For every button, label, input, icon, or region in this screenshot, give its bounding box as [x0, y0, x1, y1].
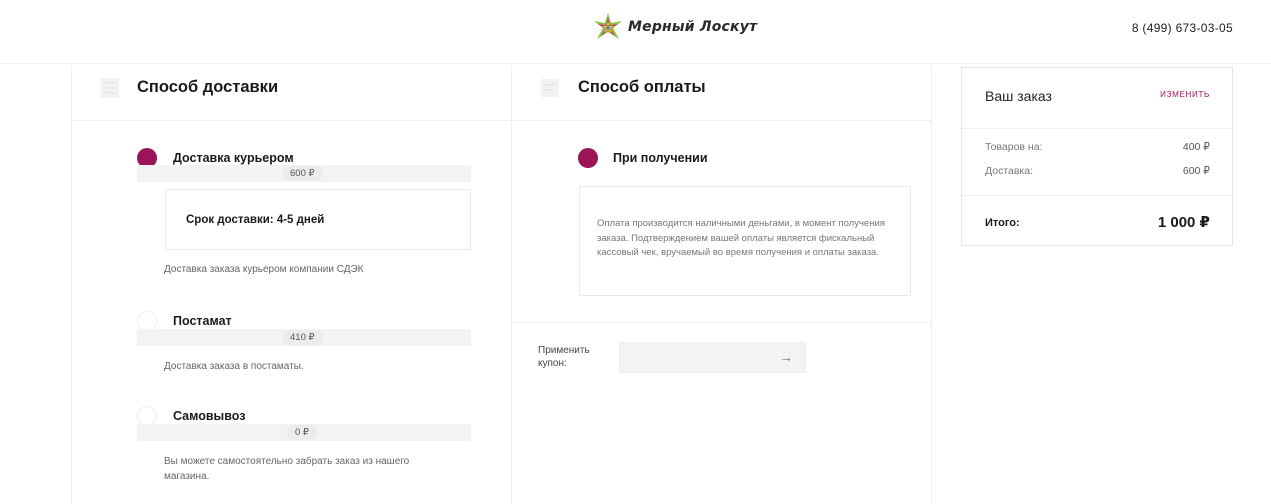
logo-text: Мерный Лоскут [628, 19, 758, 35]
arrow-right-icon[interactable]: → [779, 349, 793, 365]
delivery-cost-value: 600 ₽ [1182, 165, 1210, 177]
divider [512, 322, 932, 323]
coupon-label: Применить купон: [538, 345, 590, 369]
radio-on-receipt[interactable] [578, 148, 598, 168]
goods-value: 400 ₽ [1182, 141, 1210, 153]
description-postamat: Доставка заказа в постаматы. [164, 361, 304, 372]
delivery-panel: Способ доставки Доставка курьером 600 ₽ … [71, 65, 512, 504]
delivery-term-box: Срок доставки: 4-5 дней [165, 189, 471, 250]
phone-number[interactable]: 8 (499) 673-03-05 [1132, 21, 1233, 35]
price-bar-postamat: 410 ₽ [137, 329, 471, 346]
goods-label: Товаров на: [985, 141, 1043, 153]
logo[interactable]: Мерный Лоскут [592, 11, 757, 43]
delivery-panel-header: Способ доставки [72, 65, 512, 121]
payment-title: Способ оплаты [578, 78, 706, 96]
payment-section-icon [541, 79, 559, 97]
price-bar-pickup: 0 ₽ [137, 424, 471, 441]
payment-description-box: Оплата производится наличными деньгами, … [579, 186, 911, 296]
description-pickup-line1: Вы можете самостоятельно забрать заказ и… [164, 456, 410, 467]
payment-panel-header: Способ оплаты [512, 65, 931, 121]
delivery-section-icon [101, 78, 119, 98]
payment-option-label: При получении [613, 151, 708, 165]
payment-description: Оплата производится наличными деньгами, … [597, 218, 885, 258]
star-logo-icon [594, 13, 622, 39]
delivery-title: Способ доставки [137, 78, 279, 96]
delivery-term: Срок доставки: 4-5 дней [186, 214, 325, 226]
divider [962, 128, 1232, 129]
price-pickup: 0 ₽ [287, 425, 317, 440]
price-courier: 600 ₽ [282, 166, 323, 181]
edit-order-link[interactable]: ИЗМЕНИТЬ [1160, 90, 1210, 99]
description-pickup-line2: магазина. [164, 471, 210, 482]
order-summary: Ваш заказ ИЗМЕНИТЬ Товаров на: 400 ₽ Дос… [961, 67, 1233, 246]
option-label-pickup: Самовывоз [173, 409, 246, 423]
option-label-courier: Доставка курьером [173, 151, 294, 165]
description-courier: Доставка заказа курьером компании СДЭК [164, 264, 364, 275]
radio-postamat[interactable] [137, 311, 157, 331]
price-postamat: 410 ₽ [282, 330, 323, 345]
price-bar-courier: 600 ₽ [137, 165, 471, 182]
payment-panel: Способ оплаты При получении Оплата произ… [511, 65, 932, 504]
site-header: Мерный Лоскут 8 (499) 673-03-05 [0, 0, 1271, 64]
divider [962, 195, 1232, 196]
radio-pickup[interactable] [137, 406, 157, 426]
delivery-cost-label: Доставка: [985, 165, 1034, 177]
coupon-input[interactable] [619, 342, 806, 373]
total-label: Итого: [985, 217, 1020, 229]
order-title: Ваш заказ [985, 88, 1052, 104]
total-value: 1 000 ₽ [1157, 214, 1210, 231]
option-label-postamat: Постамат [173, 314, 232, 328]
